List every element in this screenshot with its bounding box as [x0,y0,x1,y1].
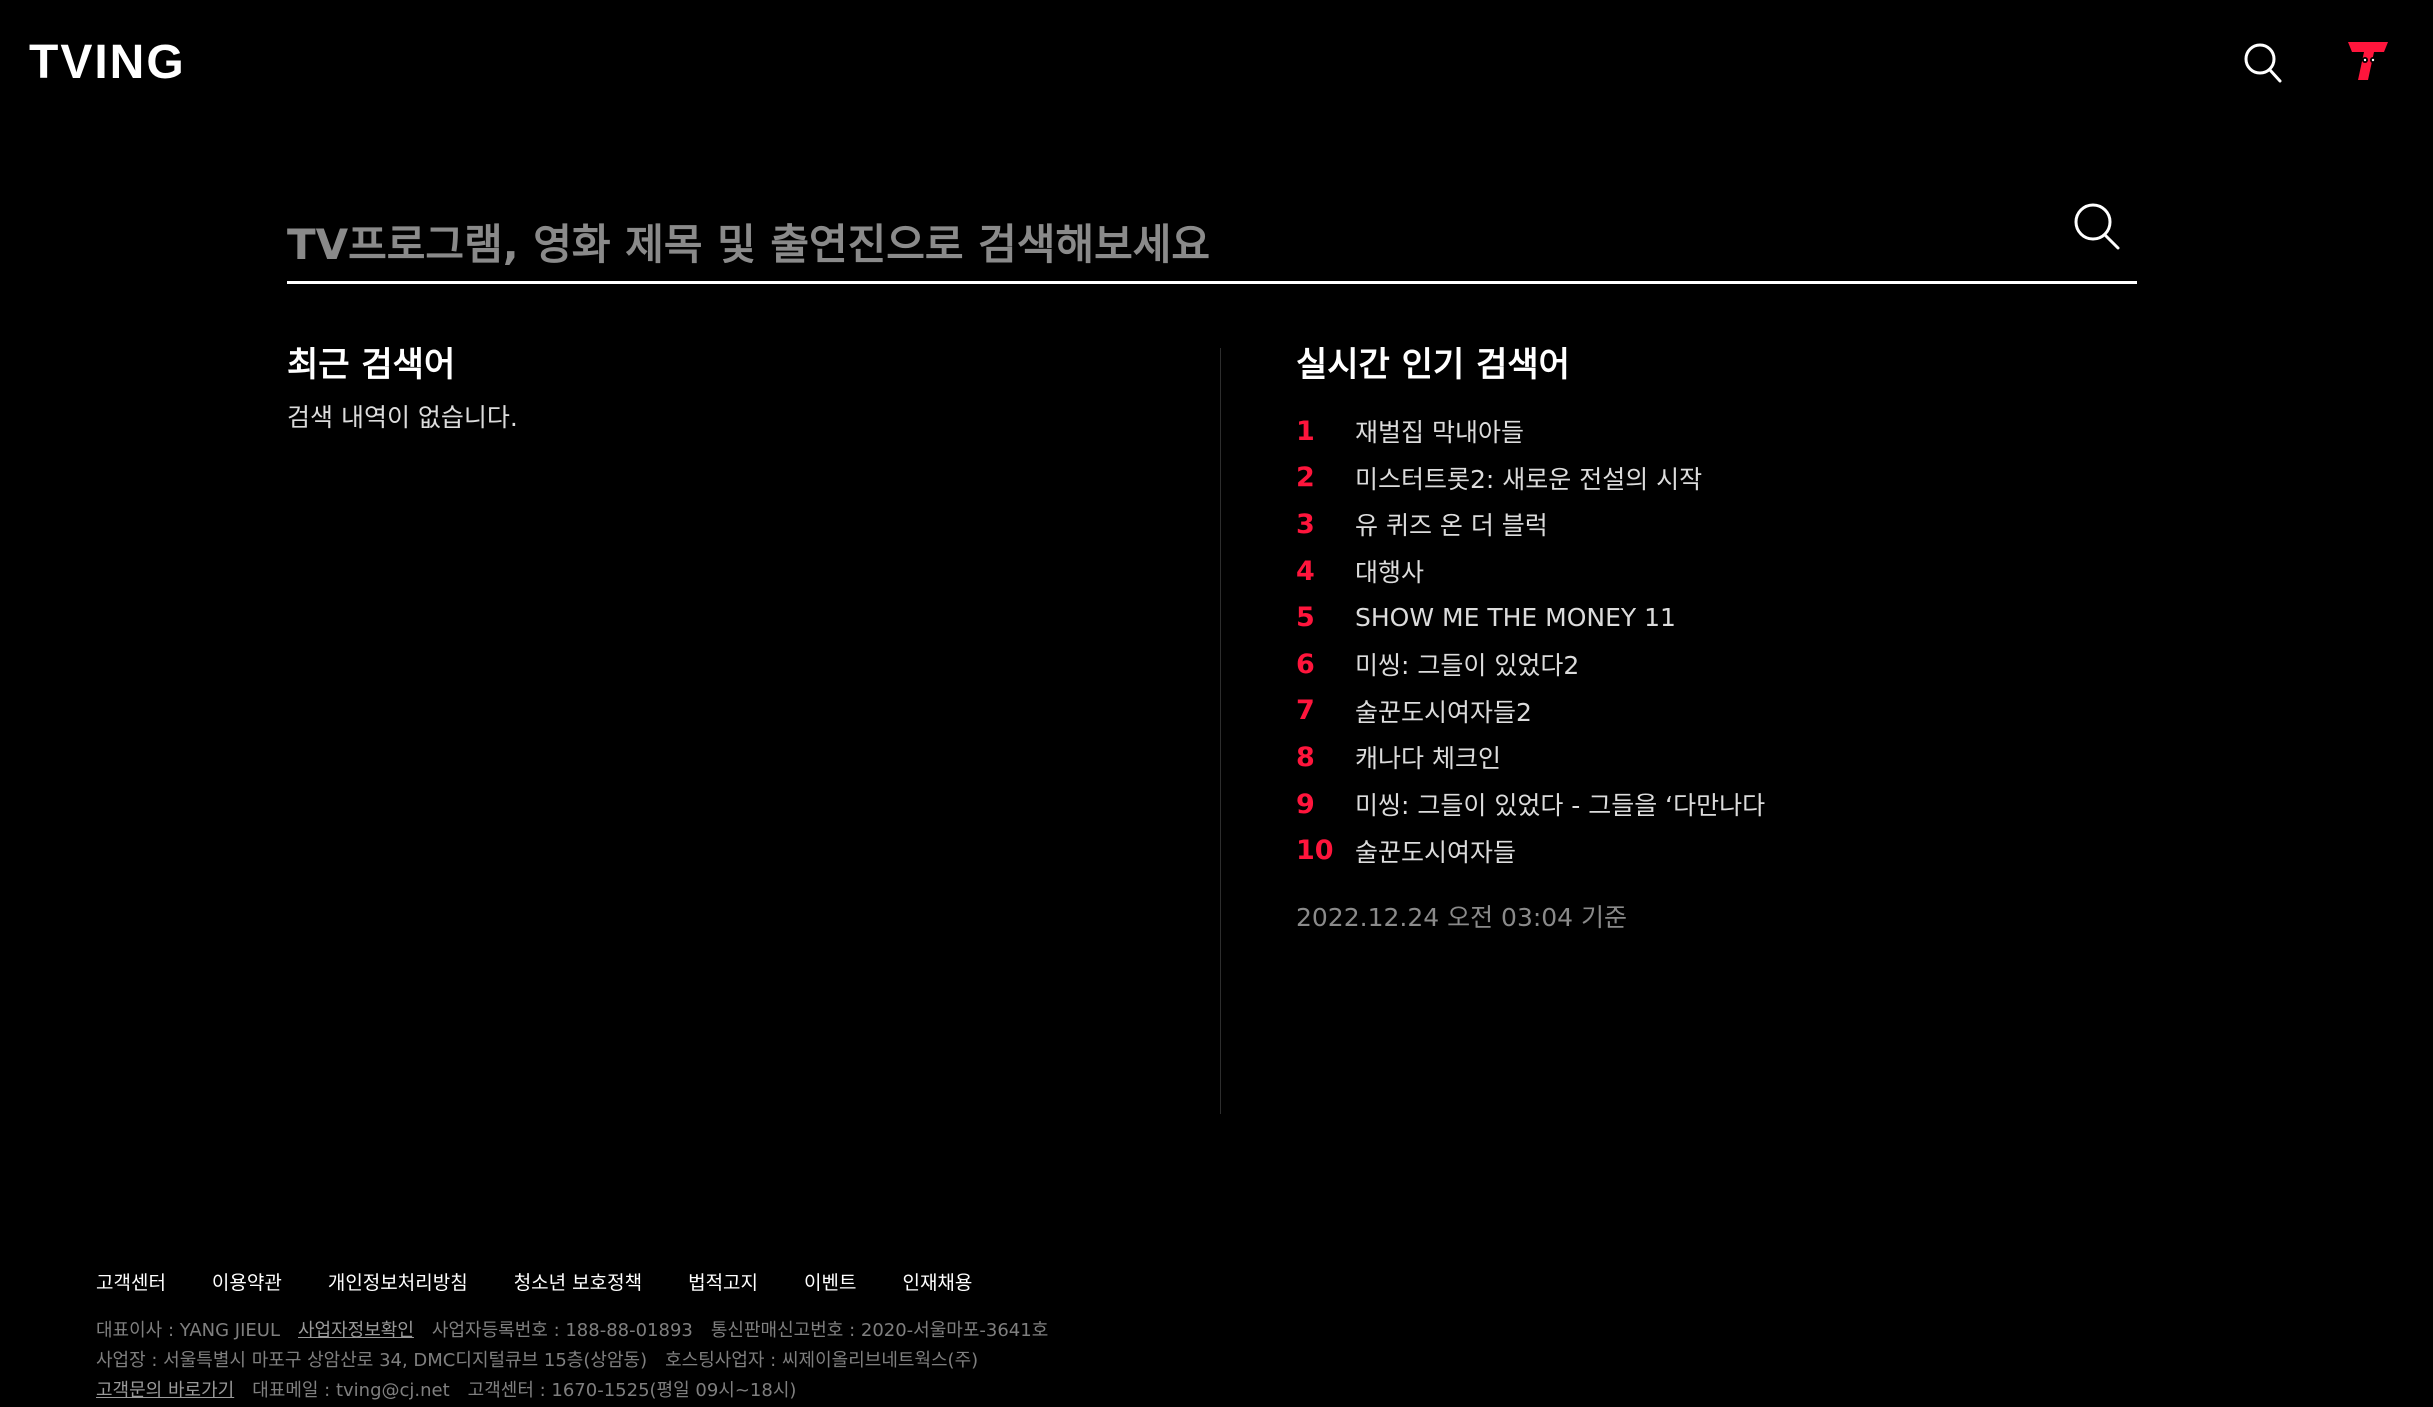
search-box [287,190,2137,284]
rank-number: 1 [1296,415,1315,447]
footer-hosting: 호스팅사업자 : 씨제이올리브네트웍스(주) [665,1350,979,1371]
rank-title: SHOW ME THE MONEY 11 [1355,603,1676,633]
search-icon[interactable] [2243,42,2283,84]
search-submit-icon[interactable] [2073,202,2121,250]
rank-title: 미씽: 그들이 있었다 - 그들을 ‘다만나다 [1355,791,1766,821]
rank-number: 9 [1296,788,1315,820]
popular-searches-title: 실시간 인기 검색어 [1296,345,1570,385]
recent-searches-title: 최근 검색어 [287,345,456,385]
footer-link-terms[interactable]: 이용약관 [212,1268,282,1295]
rank-title: 재벌집 막내아들 [1355,418,1524,448]
section-divider [1220,348,1221,1114]
rank-title: 캐나다 체크인 [1355,744,1501,774]
footer-biz-info-link[interactable]: 사업자정보확인 [298,1320,414,1341]
footer-cs-center: 고객센터 : 1670-1525(평일 09시~18시) [467,1380,797,1401]
recent-empty-message: 검색 내역이 없습니다. [287,403,518,432]
footer-company-info: 대표이사 : YANG JIEUL 사업자정보확인 사업자등록번호 : 188-88… [96,1316,2296,1406]
footer-info-line: 고객문의 바로가기 대표메일 : tving@cj.net 고객센터 : 1670-… [96,1376,2296,1406]
rank-number: 6 [1296,648,1315,680]
popular-item[interactable]: 7 술꾼도시여자들2 [1296,688,2196,735]
rank-number: 4 [1296,555,1315,587]
popular-item[interactable]: 5 SHOW ME THE MONEY 11 [1296,594,2196,641]
rank-number: 7 [1296,695,1315,727]
rank-title: 미씽: 그들이 있었다2 [1355,651,1580,681]
logo-text: TVING [29,36,186,86]
rank-title: 미스터트롯2: 새로운 전설의 시작 [1355,464,1703,494]
rank-title: 유 퀴즈 온 더 블럭 [1355,511,1548,541]
rank-number: 5 [1296,602,1315,634]
footer-info-line: 사업장 : 서울특별시 마포구 상암산로 34, DMC디지털큐브 15층(상암… [96,1346,2296,1376]
footer-link-legal[interactable]: 법적고지 [688,1268,758,1295]
rank-title: 술꾼도시여자들 [1355,837,1517,867]
footer-inquiry-link[interactable]: 고객문의 바로가기 [96,1380,234,1401]
rank-number: 2 [1296,462,1315,494]
popular-item[interactable]: 4 대행사 [1296,548,2196,595]
popular-item[interactable]: 1 재벌집 막내아들 [1296,408,2196,455]
popular-item[interactable]: 2 미스터트롯2: 새로운 전설의 시작 [1296,455,2196,502]
search-input[interactable] [287,212,1987,276]
profile-avatar-icon[interactable] [2344,38,2392,84]
popular-item[interactable]: 6 미씽: 그들이 있었다2 [1296,641,2196,688]
footer-link-youth-policy[interactable]: 청소년 보호정책 [514,1268,642,1295]
footer-info-line: 대표이사 : YANG JIEUL 사업자정보확인 사업자등록번호 : 188-88… [96,1316,2296,1346]
recent-searches: 최근 검색어 검색 내역이 없습니다. [287,340,1187,438]
footer-link-privacy[interactable]: 개인정보처리방침 [328,1268,468,1295]
footer: 고객센터 이용약관 개인정보처리방침 청소년 보호정책 법적고지 이벤트 인재채… [96,1265,2296,1406]
tving-logo[interactable]: TVING [29,36,199,86]
footer-mail-order: 통신판매신고번호 : 2020-서울마포-3641호 [710,1320,1049,1341]
popular-item[interactable]: 9 미씽: 그들이 있었다 - 그들을 ‘다만나다 [1296,781,2196,828]
header: TVING [0,0,2433,125]
footer-address: 사업장 : 서울특별시 마포구 상암산로 34, DMC디지털큐브 15층(상암… [96,1350,648,1371]
popular-item[interactable]: 10 술꾼도시여자들 [1296,827,2196,874]
footer-biz-reg: 사업자등록번호 : 188-88-01893 [431,1320,693,1341]
popular-searches: 실시간 인기 검색어 1 재벌집 막내아들 2 미스터트롯2: 새로운 전설의 시작… [1296,340,2196,934]
footer-link-events[interactable]: 이벤트 [804,1268,856,1295]
popular-item[interactable]: 8 캐나다 체크인 [1296,734,2196,781]
footer-ceo: 대표이사 : YANG JIEUL [96,1320,280,1341]
footer-email: 대표메일 : tving@cj.net [252,1380,450,1401]
popular-list: 1 재벌집 막내아들 2 미스터트롯2: 새로운 전설의 시작 3 유 퀴즈 온 더 … [1296,408,2196,874]
footer-links: 고객센터 이용약관 개인정보처리방침 청소년 보호정책 법적고지 이벤트 인재채… [96,1265,2296,1297]
footer-link-careers[interactable]: 인재채용 [902,1268,972,1295]
rank-number: 3 [1296,508,1315,540]
rank-title: 대행사 [1355,558,1425,588]
rank-number: 10 [1296,835,1334,867]
rank-number: 8 [1296,741,1315,773]
footer-link-customer-center[interactable]: 고객센터 [96,1268,166,1295]
popular-item[interactable]: 3 유 퀴즈 온 더 블럭 [1296,501,2196,548]
popular-updated-time: 2022.12.24 오전 03:04 기준 [1296,902,1628,932]
rank-title: 술꾼도시여자들2 [1355,697,1532,727]
